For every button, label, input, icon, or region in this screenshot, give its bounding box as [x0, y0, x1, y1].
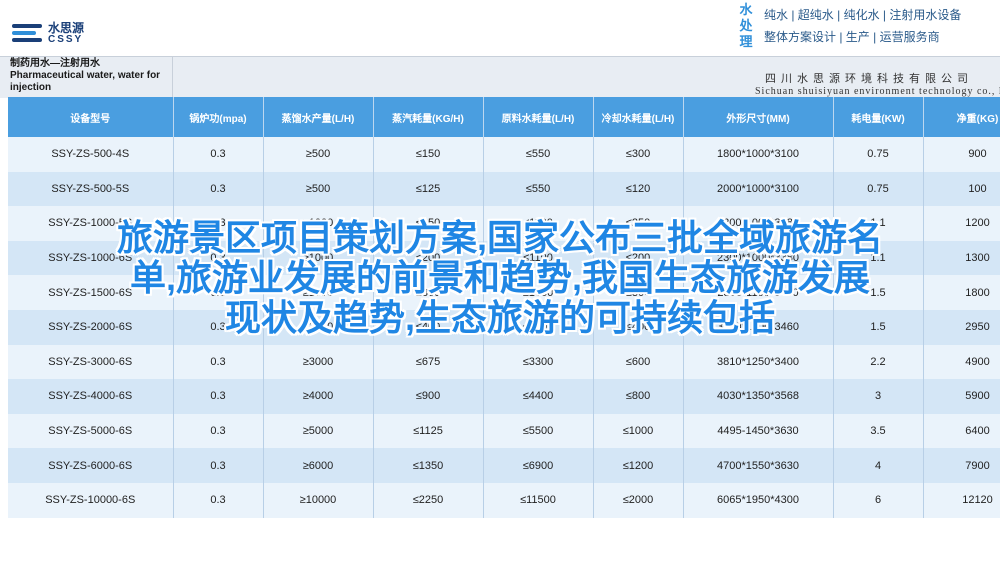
table-cell: ≤1000: [593, 413, 684, 449]
table-cell: 7900: [923, 448, 1000, 483]
banner-divider: [172, 57, 173, 97]
table-cell: ≤4400: [483, 379, 594, 414]
brand-name-en: CSSY: [48, 34, 84, 45]
table-cell: ≥5000: [263, 413, 374, 449]
table-cell: 0.3: [173, 482, 264, 518]
table-cell: 0.75: [833, 137, 924, 172]
company-name-cn: 四川水思源环境科技有限公司: [765, 73, 973, 85]
table-cell: ≥500: [263, 137, 374, 172]
table-cell: ≤550: [483, 171, 594, 207]
table-cell: ≤11500: [483, 482, 594, 518]
overlay-line-3: 现状及趋势,生态旅游的可持续包括: [224, 297, 775, 338]
product-title-en: Pharmaceutical water, water for injectio…: [10, 70, 161, 93]
table-header-row: 设备型号 锅炉功(mpa) 蒸馏水产量(L/H) 蒸汽耗量(KG/H) 原料水耗…: [8, 97, 1000, 137]
table-cell: 0.3: [173, 171, 264, 207]
table-cell: 3810*1250*3400: [683, 344, 834, 380]
table-cell: ≤300: [593, 137, 684, 172]
table-cell: ≥500: [263, 171, 374, 207]
table-row: SSY-ZS-5000-6S 0.3 ≥5000 ≤1125 ≤5500 ≤1000 449…: [8, 413, 1000, 449]
table-cell: 6065*1950*4300: [683, 482, 834, 518]
table-cell: 2000*1000*3100: [683, 171, 834, 207]
table-cell: 0.3: [173, 137, 264, 172]
slogan-vertical: 水处理: [739, 2, 753, 49]
table-cell: 1800*1000*3100: [683, 137, 834, 172]
slogan-line-1: 纯水 | 超纯水 | 纯化水 | 注射用水设备: [764, 8, 962, 22]
table-cell: 6400: [923, 413, 1000, 449]
table-cell: ≤550: [483, 137, 594, 172]
table-cell: 4900: [923, 344, 1000, 380]
table-cell: 3: [833, 379, 924, 414]
table-cell: SSY-ZS-10000-6S: [8, 482, 174, 518]
table-cell: SSY-ZS-4000-6S: [8, 379, 174, 414]
table-cell: 4030*1350*3568: [683, 379, 834, 414]
table-cell: ≤2250: [373, 482, 484, 518]
table-cell: ≤3300: [483, 344, 594, 380]
overlay-line-1: 旅游景区项目策划方案,国家公布三批全域旅游名: [116, 217, 883, 258]
brand-logo[interactable]: 水思源 CSSY: [10, 18, 140, 52]
table-cell: ≤675: [373, 344, 484, 380]
table-cell: ≥3000: [263, 344, 374, 380]
overlay-line-2: 单,旅游业发展的前景和趋势,我国生态旅游发展: [129, 257, 870, 298]
table-cell: 0.3: [173, 344, 264, 380]
table-row: SSY-ZS-500-4S 0.3 ≥500 ≤150 ≤550 ≤300 1800*100…: [8, 137, 1000, 172]
product-title: 制药用水—注射用水 Pharmaceutical water, water fo…: [10, 58, 170, 94]
table-cell: ≤1125: [373, 413, 484, 449]
table-row: SSY-ZS-500-5S 0.3 ≥500 ≤125 ≤550 ≤120 2000*100…: [8, 171, 1000, 207]
table-cell: ≤150: [373, 137, 484, 172]
column-header: 冷却水耗量(L/H): [593, 97, 684, 137]
table-cell: 0.75: [833, 171, 924, 207]
table-cell: 6: [833, 482, 924, 518]
table-cell: 4700*1550*3630: [683, 448, 834, 483]
table-row: SSY-ZS-4000-6S 0.3 ≥4000 ≤900 ≤4400 ≤800 4030*…: [8, 379, 1000, 414]
column-header: 蒸馏水产量(L/H): [263, 97, 374, 137]
column-header: 净重(KG): [923, 97, 1000, 137]
table-cell: 0.3: [173, 379, 264, 414]
table-cell: 0.3: [173, 448, 264, 483]
table-cell: ≤6900: [483, 448, 594, 483]
column-header: 设备型号: [8, 97, 174, 137]
table-cell: ≤125: [373, 171, 484, 207]
table-cell: SSY-ZS-500-4S: [8, 137, 174, 172]
column-header: 原料水耗量(L/H): [483, 97, 594, 137]
table-cell: ≤2000: [593, 482, 684, 518]
table-cell: 0.3: [173, 413, 264, 449]
article-title-overlay[interactable]: 旅游景区项目策划方案,国家公布三批全域旅游名 单,旅游业发展的前景和趋势,我国生…: [0, 218, 1000, 338]
table-cell: 12120: [923, 482, 1000, 518]
table-cell: ≥6000: [263, 448, 374, 483]
table-cell: ≤1200: [593, 448, 684, 483]
top-bar: 水思源 CSSY 水处理 纯水 | 超纯水 | 纯化水 | 注射用水设备 整体方…: [0, 0, 1000, 55]
table-cell: 3.5: [833, 413, 924, 449]
table-cell: ≥4000: [263, 379, 374, 414]
column-header: 外形尺寸(MM): [683, 97, 834, 137]
table-cell: 900: [923, 137, 1000, 172]
slogan-line-2: 整体方案设计 | 生产 | 运营服务商: [764, 30, 940, 44]
table-cell: 5900: [923, 379, 1000, 414]
slogan-block: 纯水 | 超纯水 | 纯化水 | 注射用水设备 整体方案设计 | 生产 | 运营…: [764, 4, 961, 48]
table-cell: ≤1350: [373, 448, 484, 483]
table-cell: ≤900: [373, 379, 484, 414]
table-row: SSY-ZS-6000-6S 0.3 ≥6000 ≤1350 ≤6900 ≤1200 470…: [8, 448, 1000, 483]
table-cell: SSY-ZS-3000-6S: [8, 344, 174, 380]
table-cell: SSY-ZS-500-5S: [8, 171, 174, 207]
table-row: SSY-ZS-10000-6S 0.3 ≥10000 ≤2250 ≤11500 ≤2000…: [8, 482, 1000, 518]
table-cell: 4495-1450*3630: [683, 413, 834, 449]
table-cell: 2.2: [833, 344, 924, 380]
table-cell: SSY-ZS-5000-6S: [8, 413, 174, 449]
table-cell: 100: [923, 171, 1000, 207]
table-row: SSY-ZS-3000-6S 0.3 ≥3000 ≤675 ≤3300 ≤600 3810*…: [8, 344, 1000, 380]
product-title-cn: 制药用水—注射用水: [10, 58, 100, 69]
company-name-en: Sichuan shuisiyuan environment technolog…: [755, 86, 1000, 97]
table-cell: 4: [833, 448, 924, 483]
column-header: 锅炉功(mpa): [173, 97, 264, 137]
table-cell: ≤5500: [483, 413, 594, 449]
table-cell: SSY-ZS-6000-6S: [8, 448, 174, 483]
table-cell: ≥10000: [263, 482, 374, 518]
table-cell: ≤600: [593, 344, 684, 380]
table-cell: ≤800: [593, 379, 684, 414]
column-header: 蒸汽耗量(KG/H): [373, 97, 484, 137]
column-header: 耗电量(KW): [833, 97, 924, 137]
water-drop-logo-icon: [12, 24, 42, 42]
table-cell: ≤120: [593, 171, 684, 207]
